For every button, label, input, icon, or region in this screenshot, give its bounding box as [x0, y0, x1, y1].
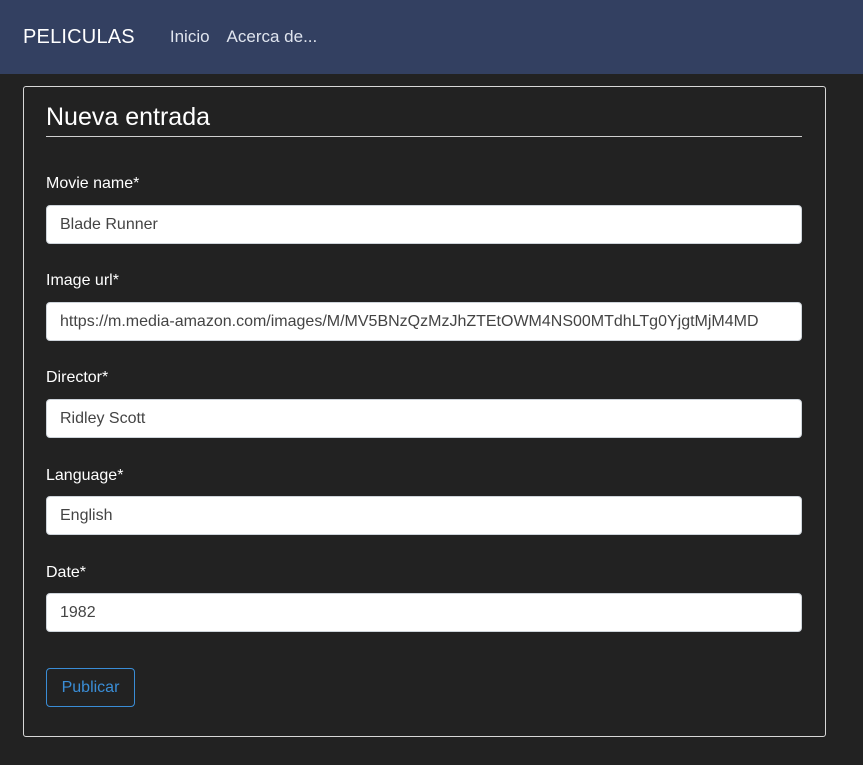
language-input[interactable] [46, 496, 802, 535]
director-input[interactable] [46, 399, 802, 438]
navbar: PELICULAS Inicio Acerca de... [0, 0, 863, 74]
language-label: Language* [46, 467, 124, 484]
image-url-input[interactable] [46, 302, 802, 341]
director-label: Director* [46, 369, 109, 386]
date-label: Date* [46, 564, 87, 581]
nav-link-acerca[interactable]: Acerca de... [227, 27, 318, 47]
publish-button[interactable]: Publicar [46, 668, 135, 707]
nav-link-inicio[interactable]: Inicio [170, 27, 210, 47]
movie-name-label: Movie name* [46, 175, 140, 192]
form-title: Nueva entrada [46, 101, 802, 137]
date-input[interactable] [46, 593, 802, 632]
movie-name-input[interactable] [46, 205, 802, 244]
new-entry-card: Nueva entrada Movie name* Image url* Dir… [23, 86, 826, 737]
image-url-label: Image url* [46, 272, 119, 289]
brand-link[interactable]: PELICULAS [23, 26, 135, 49]
